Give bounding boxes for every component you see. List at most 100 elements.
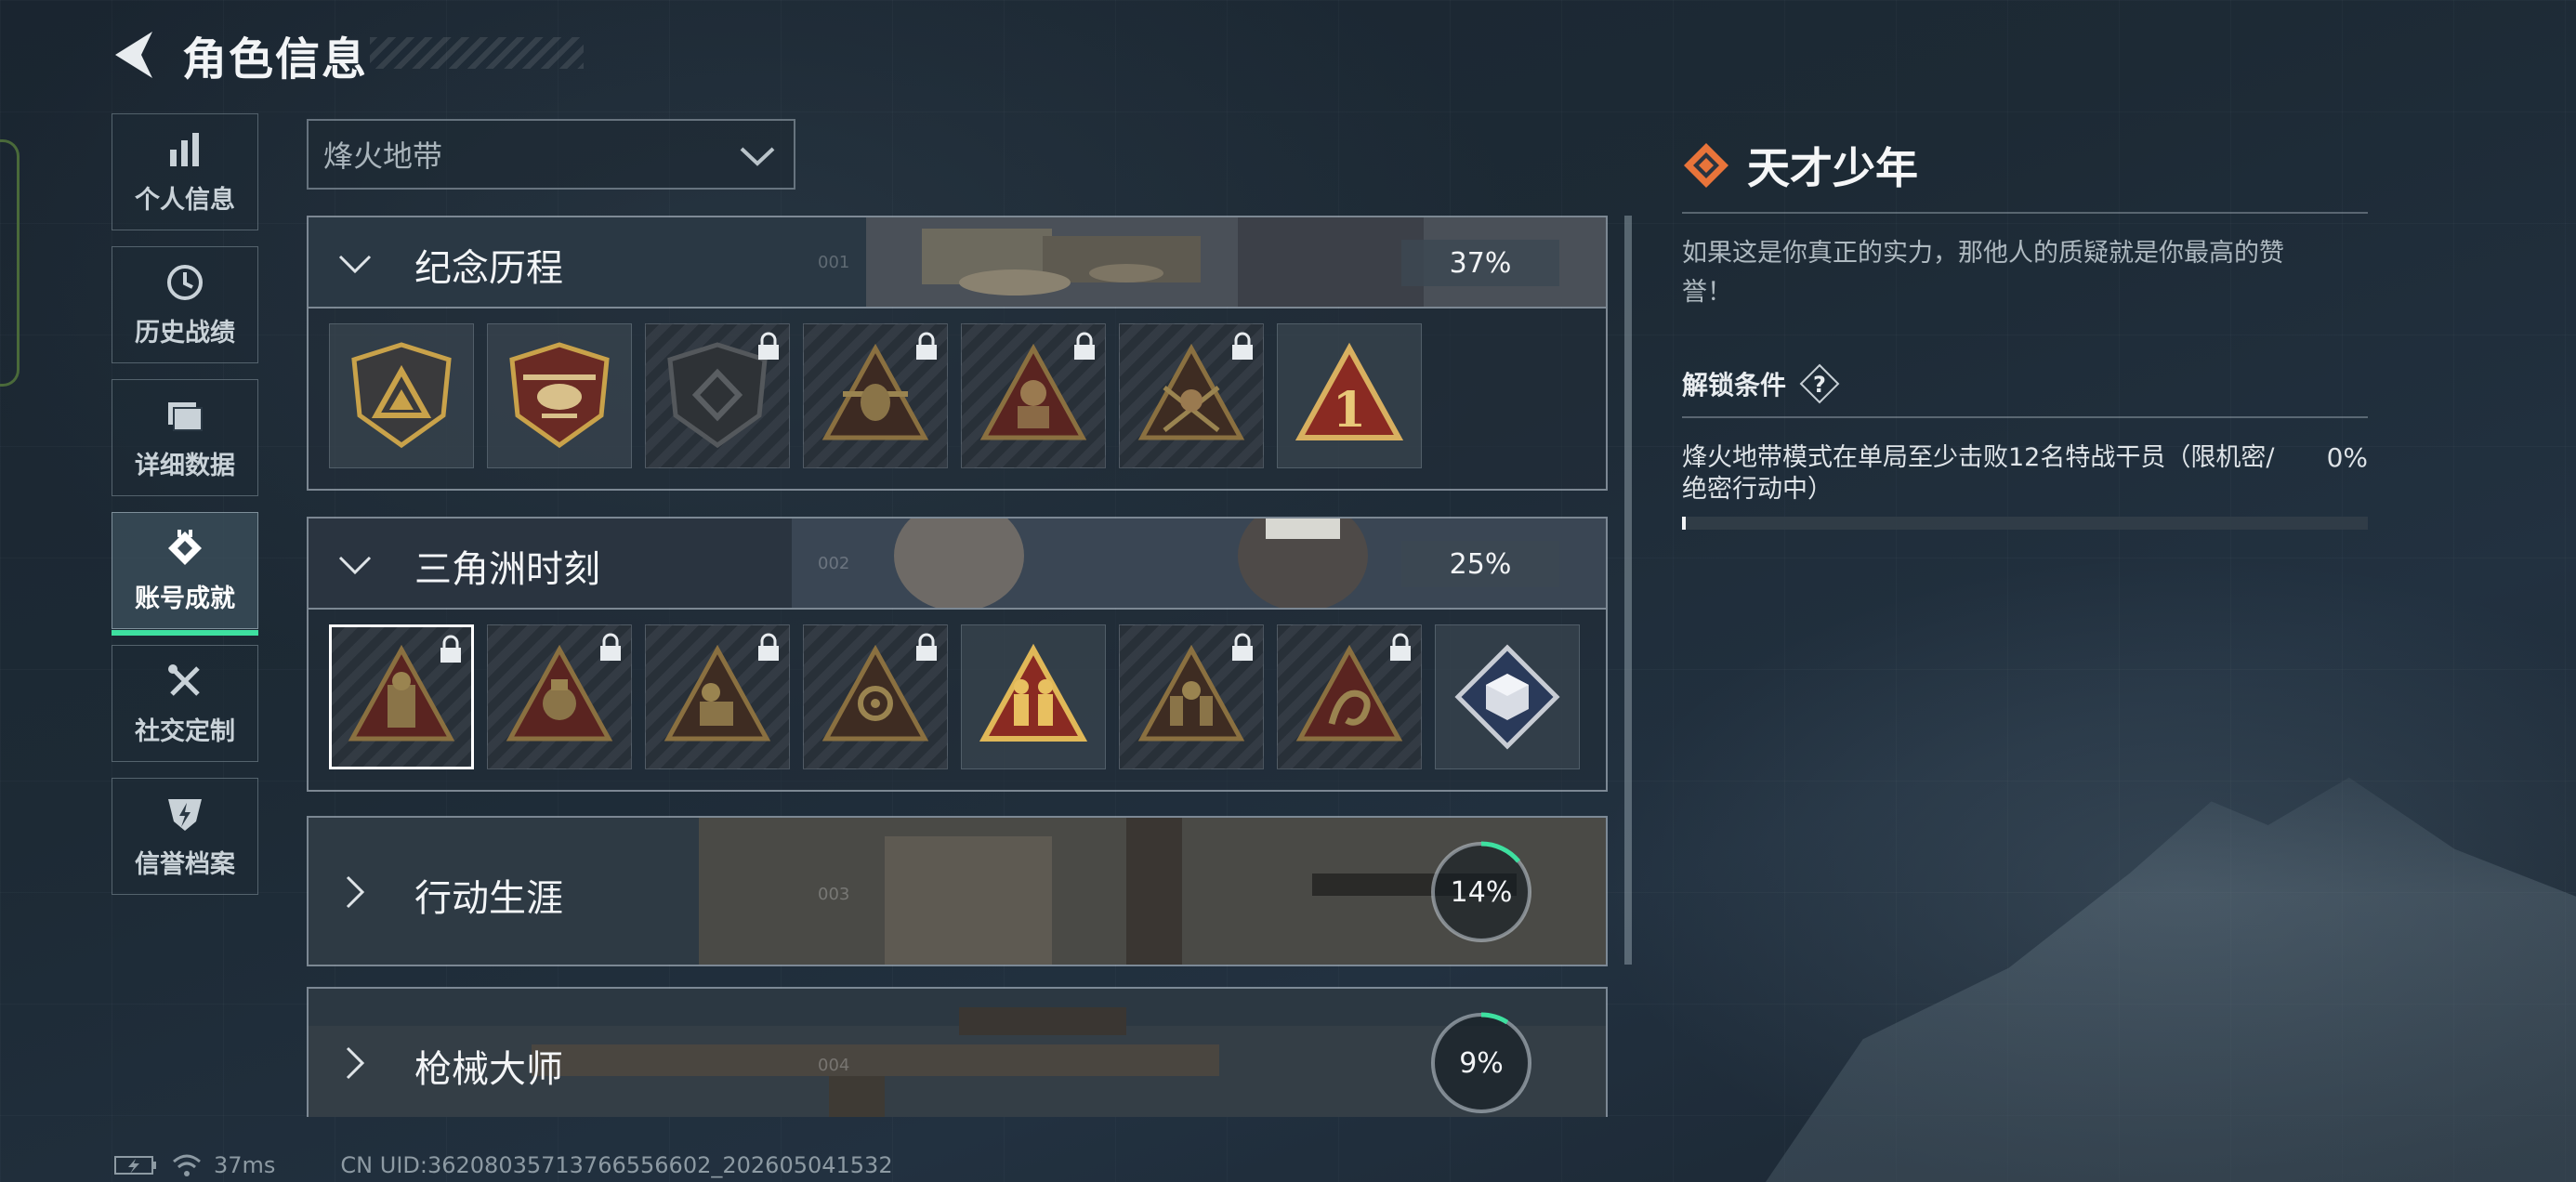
category-number: 004 bbox=[818, 1056, 850, 1075]
achievement-badge[interactable] bbox=[487, 624, 632, 769]
unlock-progress-fill bbox=[1682, 517, 1686, 530]
category-progress: 37% bbox=[1401, 240, 1559, 286]
sidebar-item-reputation[interactable]: 信誉档案 bbox=[112, 778, 258, 895]
help-icon[interactable]: ? bbox=[1797, 361, 1842, 406]
chevron-down-icon bbox=[338, 556, 372, 575]
category-name: 行动生涯 bbox=[414, 877, 563, 920]
tools-icon bbox=[168, 663, 200, 696]
page-title: 角色信息 bbox=[182, 33, 369, 85]
achievement-badge[interactable] bbox=[961, 624, 1106, 769]
lock-icon bbox=[758, 332, 779, 360]
rank-diamond-icon bbox=[1684, 143, 1728, 188]
header: 角色信息 bbox=[110, 22, 368, 87]
achievement-badge[interactable] bbox=[803, 624, 948, 769]
divider bbox=[1682, 416, 2368, 418]
chevron-right-icon bbox=[346, 1046, 365, 1080]
category-name: 纪念历程 bbox=[414, 247, 563, 290]
sidebar-item-achievements[interactable]: 账号成就 bbox=[112, 512, 258, 636]
badge-number-text: 1 bbox=[1333, 382, 1366, 439]
achievement-category: 行动生涯 003 14% bbox=[307, 816, 1608, 966]
category-badge-list: 1 bbox=[307, 309, 1608, 491]
shield-triangle-badge-icon bbox=[351, 342, 452, 449]
battery-charging-icon bbox=[114, 1156, 156, 1175]
helicopter-badge-icon bbox=[509, 342, 610, 449]
sidebar-item-label: 信誉档案 bbox=[135, 849, 235, 879]
lock-icon bbox=[916, 332, 937, 360]
category-header[interactable]: 纪念历程 001 37% bbox=[307, 216, 1608, 309]
category-name: 三角洲时刻 bbox=[414, 548, 600, 591]
category-header[interactable]: 三角洲时刻 002 25% bbox=[307, 517, 1608, 610]
achievement-badge[interactable] bbox=[645, 323, 790, 468]
achievement-badge[interactable] bbox=[803, 323, 948, 468]
lock-icon bbox=[1232, 633, 1253, 661]
user-uid: CN UID:36208035713766556602_202605041532 bbox=[340, 1152, 893, 1178]
achievement-description: 如果这是你真正的实力，那他人的质疑就是你最高的赞誉！ bbox=[1682, 239, 2284, 307]
chevron-down-icon bbox=[338, 255, 372, 274]
unlock-condition-progress: 0% bbox=[2326, 442, 2368, 473]
chevron-down-icon bbox=[740, 147, 775, 166]
history-clock-icon bbox=[167, 264, 203, 300]
sidebar-item-history[interactable]: 历史战绩 bbox=[112, 246, 258, 363]
background-mountain bbox=[1766, 777, 2576, 1182]
lock-icon bbox=[440, 635, 461, 663]
achievement-badge[interactable] bbox=[1119, 624, 1264, 769]
list-scrollbar[interactable] bbox=[1624, 216, 1632, 965]
achievement-badge[interactable] bbox=[1435, 624, 1580, 769]
lock-icon bbox=[758, 633, 779, 661]
category-header[interactable]: 行动生涯 003 14% bbox=[307, 816, 1608, 966]
number-one-badge-icon: 1 bbox=[1295, 342, 1404, 440]
lock-icon bbox=[1232, 332, 1253, 360]
unlock-progress-bar bbox=[1682, 517, 2368, 530]
folder-icon bbox=[168, 401, 203, 431]
lock-icon bbox=[1074, 332, 1095, 360]
achievement-category: 三角洲时刻 002 25% bbox=[307, 517, 1608, 792]
mode-select[interactable]: 烽火地带 bbox=[307, 119, 795, 190]
unlock-condition-text: 烽火地带模式在单局至少击败12名特战干员（限机密/绝密行动中） bbox=[1682, 443, 2275, 504]
achievement-badge-icon bbox=[168, 529, 202, 565]
achievement-category: 枪械大师 004 9% bbox=[307, 987, 1608, 1117]
sidebar-item-label: 详细数据 bbox=[135, 451, 235, 480]
sidebar-item-detailed-data[interactable]: 详细数据 bbox=[112, 379, 258, 496]
achievement-badge[interactable] bbox=[1119, 323, 1264, 468]
lock-icon bbox=[600, 633, 621, 661]
unlock-condition-label: 解锁条件 bbox=[1682, 370, 1787, 401]
lock-icon bbox=[916, 633, 937, 661]
category-progress: 25% bbox=[1401, 541, 1559, 587]
mode-select-value: 烽火地带 bbox=[323, 138, 443, 174]
sidebar-item-social[interactable]: 社交定制 bbox=[112, 645, 258, 762]
category-header[interactable]: 枪械大师 004 9% bbox=[307, 987, 1608, 1117]
sidebar-item-label: 历史战绩 bbox=[135, 318, 235, 348]
category-number: 002 bbox=[818, 554, 850, 573]
wifi-icon bbox=[173, 1154, 201, 1176]
category-progress: 9% bbox=[1459, 1046, 1504, 1080]
achievement-badge[interactable] bbox=[329, 323, 474, 468]
achievement-detail-panel: 天才少年 如果这是你真正的实力，那他人的质疑就是你最高的赞誉！ 解锁条件 ? 烽… bbox=[1682, 136, 2368, 530]
category-name: 枪械大师 bbox=[414, 1048, 563, 1091]
lock-icon bbox=[1390, 633, 1411, 661]
sidebar-item-personal-info[interactable]: 个人信息 bbox=[112, 113, 258, 230]
sidebar-nav: 个人信息 历史战绩 详细数据 账号成就 社交定制 信誉档案 bbox=[112, 113, 262, 911]
achievement-badge[interactable]: 1 bbox=[1277, 323, 1422, 468]
achievement-title: 天才少年 bbox=[1747, 143, 1918, 193]
left-edge-tab[interactable] bbox=[0, 139, 20, 387]
achievement-category: 纪念历程 001 37% 1 bbox=[307, 216, 1608, 491]
achievement-badge[interactable] bbox=[961, 323, 1106, 468]
status-footer: 37ms CN UID:36208035713766556602_2026050… bbox=[113, 1152, 893, 1178]
category-badge-list bbox=[307, 610, 1608, 792]
sidebar-item-label: 社交定制 bbox=[135, 716, 235, 746]
bar-chart-icon bbox=[170, 132, 199, 166]
svg-text:?: ? bbox=[1813, 372, 1826, 398]
lightning-shield-icon bbox=[168, 798, 202, 831]
category-progress: 14% bbox=[1450, 875, 1513, 909]
achievement-badge[interactable] bbox=[487, 323, 632, 468]
sidebar-item-label: 账号成就 bbox=[135, 584, 235, 613]
category-number: 001 bbox=[818, 253, 850, 272]
achievement-badge[interactable] bbox=[329, 624, 474, 769]
achievement-badge[interactable] bbox=[1277, 624, 1422, 769]
achievement-badge[interactable] bbox=[645, 624, 790, 769]
category-number: 003 bbox=[818, 885, 850, 904]
back-arrow-icon[interactable] bbox=[110, 30, 156, 80]
chevron-right-icon bbox=[346, 875, 365, 909]
gold-team-badge-icon bbox=[979, 643, 1088, 742]
sidebar-item-label: 个人信息 bbox=[135, 185, 235, 215]
